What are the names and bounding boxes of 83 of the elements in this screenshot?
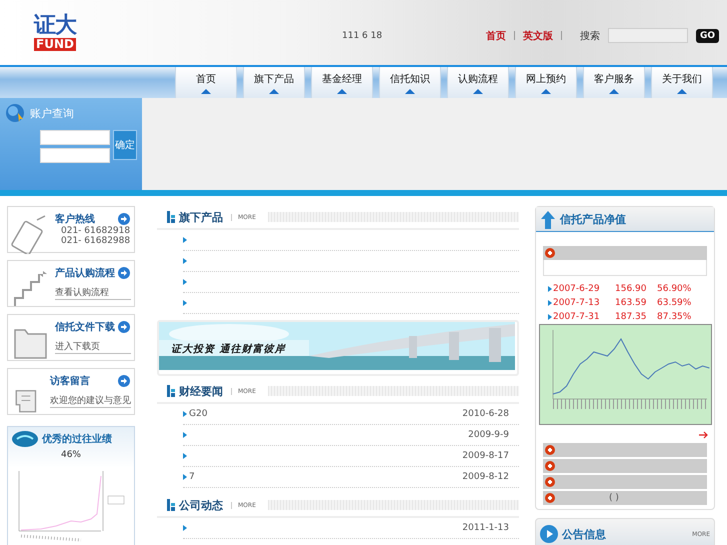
plus-icon xyxy=(545,493,555,503)
bullet-icon xyxy=(183,525,187,531)
arrow-circle-icon[interactable] xyxy=(118,267,130,279)
nav-percent: 63.59% xyxy=(657,298,692,308)
logo-text: FUND xyxy=(34,38,76,51)
bullet-icon xyxy=(548,300,552,306)
news-link[interactable]: 7 xyxy=(189,472,195,482)
news-date: 2010-6-28 xyxy=(462,409,509,419)
panel-title: 账户查询 xyxy=(30,106,74,120)
news-link[interactable]: G20 xyxy=(189,409,208,419)
nav-value: 187.35 xyxy=(615,312,648,322)
news-date: 2009-8-17 xyxy=(462,451,509,461)
account-field[interactable] xyxy=(40,130,110,145)
house-arrow-icon xyxy=(540,209,556,229)
plus-icon xyxy=(545,461,555,471)
bars-icon xyxy=(167,211,175,223)
card-title[interactable]: 产品认购流程 xyxy=(55,266,131,280)
list-bar[interactable]: ( ) xyxy=(543,491,707,505)
section-title: 旗下产品 xyxy=(179,210,223,224)
section-title: 财经要闻 xyxy=(179,384,223,398)
search-label: 搜索 xyxy=(580,30,600,42)
logo-text: 证大 xyxy=(34,14,76,38)
confirm-button[interactable]: 确定 xyxy=(113,130,137,160)
section-title: 公司动态 xyxy=(179,498,223,512)
bullet-icon xyxy=(548,314,552,320)
card-title[interactable]: 访客留言 xyxy=(50,374,131,388)
nav-percent: 56.90% xyxy=(657,284,692,294)
bullet-icon xyxy=(183,453,187,459)
globe-icon xyxy=(6,104,24,122)
password-field[interactable] xyxy=(40,148,110,163)
bars-icon xyxy=(167,385,175,397)
card-link[interactable]: 进入下载页 xyxy=(55,340,131,354)
side-card[interactable]: 信托文件下载 进入下载页 xyxy=(7,314,135,361)
card-title[interactable]: 信托文件下载 xyxy=(55,320,131,334)
arrow-circle-icon[interactable] xyxy=(118,321,130,333)
news-date: 2009-9-9 xyxy=(468,430,509,440)
bullet-icon xyxy=(183,474,187,480)
side-card[interactable]: 访客留言 欢迎您的建议与意见 xyxy=(7,368,135,415)
date-text: 111 6 18 xyxy=(342,30,382,40)
bullet-icon xyxy=(183,237,187,243)
bars-icon xyxy=(167,499,175,511)
arrow-icon[interactable] xyxy=(699,431,708,439)
news-date: 2011-1-13 xyxy=(462,523,509,533)
list-bar[interactable] xyxy=(543,443,707,457)
bullet-icon xyxy=(548,286,552,292)
percent-text: 46% xyxy=(60,450,82,460)
nav-date: 2007-7-13 xyxy=(553,298,601,308)
card-link[interactable]: 查看认购流程 xyxy=(55,286,131,300)
arrow-circle-icon[interactable] xyxy=(118,213,130,225)
panel-title: 公告信息 xyxy=(562,526,606,542)
phone-number: 021- 61682918 xyxy=(61,226,131,236)
card-title[interactable]: 客户热线 xyxy=(55,212,131,226)
header-link[interactable]: 首页 xyxy=(486,28,506,42)
bullet-icon xyxy=(183,432,187,438)
side-card[interactable]: 客户热线 021- 61682918 021- 61682988 xyxy=(7,206,135,253)
list-bar[interactable] xyxy=(543,475,707,489)
plus-icon xyxy=(545,477,555,487)
header-link[interactable]: 英文版 xyxy=(522,28,553,42)
panel-title: 信托产品净值 xyxy=(560,212,626,226)
nav-date: 2007-6-29 xyxy=(553,284,601,294)
bullet-icon xyxy=(183,258,187,264)
side-card[interactable]: 产品认购流程 查看认购流程 xyxy=(7,260,135,307)
nav-value: 163.59 xyxy=(615,298,648,308)
plus-icon xyxy=(545,248,555,258)
card-title: 优秀的过往业绩 xyxy=(42,432,112,446)
nav-tab[interactable]: 首页 xyxy=(196,72,216,86)
arrow-circle-icon[interactable] xyxy=(118,375,130,387)
search-field[interactable] xyxy=(608,28,688,43)
plus-icon xyxy=(545,445,555,455)
nav-percent: 87.35% xyxy=(657,312,692,322)
bar-text: ( ) xyxy=(609,493,619,503)
banner-slogan: 证大投资 通往财富彼岸 xyxy=(171,342,286,356)
bullet-icon xyxy=(183,300,187,306)
list-bar[interactable] xyxy=(543,459,707,473)
phone-number: 021- 61682988 xyxy=(61,236,131,246)
nav-date: 2007-7-31 xyxy=(553,312,601,322)
news-date: 2009-8-12 xyxy=(462,472,509,482)
bullet-icon xyxy=(183,411,187,417)
nav-value: 156.90 xyxy=(615,284,648,294)
bullet-icon xyxy=(183,279,187,285)
card-link[interactable]: 欢迎您的建议与意见 xyxy=(50,394,131,408)
go-button[interactable]: GO xyxy=(696,28,719,42)
play-icon xyxy=(540,525,558,543)
